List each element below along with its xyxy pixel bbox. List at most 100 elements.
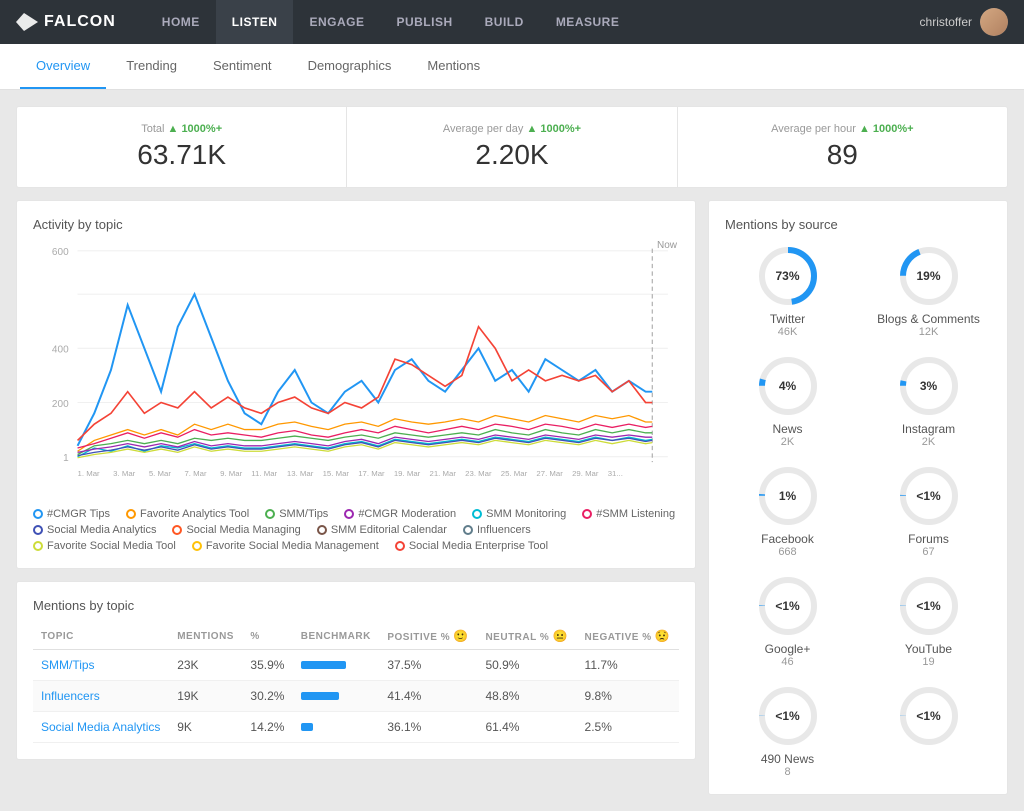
benchmark-bar [301,692,339,700]
source-instagram-count: 2K [866,436,991,448]
legend-cmgr-mod: #CMGR Moderation [344,508,456,520]
th-topic: TOPIC [33,623,169,650]
source-news-circle: 4% [756,354,820,418]
legend-enterprise: Social Media Enterprise Tool [395,540,548,552]
svg-text:23. Mar: 23. Mar [465,469,492,478]
source-grid: 73% Twitter 46K 19% [725,244,991,778]
tab-demographics[interactable]: Demographics [292,44,408,89]
mentions-table: TOPIC MENTIONS % BENCHMARK POSITIVE % 🙂 … [33,623,679,743]
legend-influencers: Influencers [463,524,531,536]
nav-measure[interactable]: MEASURE [540,0,636,44]
user-menu[interactable]: christoffer [920,8,1008,36]
svg-text:17. Mar: 17. Mar [358,469,385,478]
brand-icon [16,13,38,31]
legend-editorial: SMM Editorial Calendar [317,524,447,536]
left-column: Activity by topic Now 600 400 200 [16,200,696,795]
source-news-pct: 4% [779,379,796,393]
legend-social-analytics: Social Media Analytics [33,524,156,536]
two-column-layout: Activity by topic Now 600 400 200 [16,200,1008,795]
nav-home[interactable]: HOME [146,0,216,44]
nav-links: HOME LISTEN ENGAGE PUBLISH BUILD MEASURE [146,0,920,44]
topic-link[interactable]: SMM/Tips [41,658,95,672]
source-blogs-pct: 19% [916,269,940,283]
row-positive: 37.5% [379,650,477,681]
top-navigation: FALCON HOME LISTEN ENGAGE PUBLISH BUILD … [0,0,1024,44]
stat-avg-day: Average per day ▲ 1000%+ 2.20K [347,107,677,187]
row-pct: 30.2% [242,681,292,712]
th-positive: POSITIVE % 🙂 [379,623,477,650]
source-twitter: 73% Twitter 46K [725,244,850,338]
legend-fav-social-tool: Favorite Social Media Tool [33,540,176,552]
source-twitter-label: Twitter [725,312,850,326]
source-facebook: 1% Facebook 668 [725,464,850,558]
source-twitter-pct: 73% [775,269,799,283]
source-news-label: News [725,422,850,436]
avatar-image [980,8,1008,36]
stats-row: Total ▲ 1000%+ 63.71K Average per day ▲ … [16,106,1008,188]
source-490news-pct: <1% [775,709,799,723]
tab-trending[interactable]: Trending [110,44,193,89]
svg-text:200: 200 [52,399,69,410]
source-extra-circle: <1% [897,684,961,748]
stat-total-label: Total ▲ 1000%+ [37,123,326,135]
source-news: 4% News 2K [725,354,850,448]
tab-mentions[interactable]: Mentions [411,44,496,89]
source-facebook-label: Facebook [725,532,850,546]
stat-avg-hour-value: 89 [698,139,987,171]
row-pct: 35.9% [242,650,292,681]
legend-smm-listening: #SMM Listening [582,508,675,520]
benchmark-bar [301,661,346,669]
svg-text:11. Mar: 11. Mar [251,469,277,478]
nav-listen[interactable]: LISTEN [216,0,294,44]
legend-smmtips: SMM/Tips [265,508,328,520]
row-positive: 41.4% [379,681,477,712]
nav-engage[interactable]: ENGAGE [293,0,380,44]
topic-link[interactable]: Social Media Analytics [41,720,160,734]
row-mentions: 9K [169,712,242,743]
chart-legend: #CMGR Tips Favorite Analytics Tool SMM/T… [33,508,679,552]
source-youtube-pct: <1% [916,599,940,613]
mentions-source-card: Mentions by source 73% Twitter 46K [708,200,1008,795]
th-mentions: MENTIONS [169,623,242,650]
source-twitter-count: 46K [725,326,850,338]
mentions-table-card: Mentions by topic TOPIC MENTIONS % BENCH… [16,581,696,760]
table-row: SMM/Tips 23K 35.9% 37.5% 50.9% 11.7% [33,650,679,681]
tab-overview[interactable]: Overview [20,44,106,89]
source-youtube-circle: <1% [897,574,961,638]
row-benchmark [293,681,380,712]
source-extra: <1% [866,684,991,778]
tab-sentiment[interactable]: Sentiment [197,44,288,89]
source-facebook-pct: 1% [779,489,796,503]
source-youtube-count: 19 [866,656,991,668]
svg-text:25. Mar: 25. Mar [501,469,528,478]
svg-text:31...: 31... [608,469,623,478]
source-forums-pct: <1% [916,489,940,503]
table-body: SMM/Tips 23K 35.9% 37.5% 50.9% 11.7% Inf… [33,650,679,743]
row-neutral: 50.9% [477,650,576,681]
th-negative: NEGATIVE % 😟 [577,623,679,650]
activity-chart-card: Activity by topic Now 600 400 200 [16,200,696,569]
row-negative: 9.8% [577,681,679,712]
source-instagram-pct: 3% [920,379,937,393]
row-topic: Influencers [33,681,169,712]
benchmark-bar [301,723,313,731]
main-content: Total ▲ 1000%+ 63.71K Average per day ▲ … [0,90,1024,811]
topic-link[interactable]: Influencers [41,689,100,703]
svg-text:13. Mar: 13. Mar [287,469,314,478]
row-topic: SMM/Tips [33,650,169,681]
chart-title: Activity by topic [33,217,679,232]
row-negative: 11.7% [577,650,679,681]
legend-fav-social-mgmt: Favorite Social Media Management [192,540,379,552]
svg-text:400: 400 [52,345,69,356]
source-facebook-circle: 1% [756,464,820,528]
nav-publish[interactable]: PUBLISH [380,0,468,44]
brand-logo: FALCON [16,13,116,31]
subtabs: Overview Trending Sentiment Demographics… [0,44,1024,90]
source-googleplus-count: 46 [725,656,850,668]
row-benchmark [293,712,380,743]
table-row: Social Media Analytics 9K 14.2% 36.1% 61… [33,712,679,743]
source-490news: <1% 490 News 8 [725,684,850,778]
nav-build[interactable]: BUILD [469,0,540,44]
svg-text:9. Mar: 9. Mar [220,469,243,478]
source-forums-label: Forums [866,532,991,546]
